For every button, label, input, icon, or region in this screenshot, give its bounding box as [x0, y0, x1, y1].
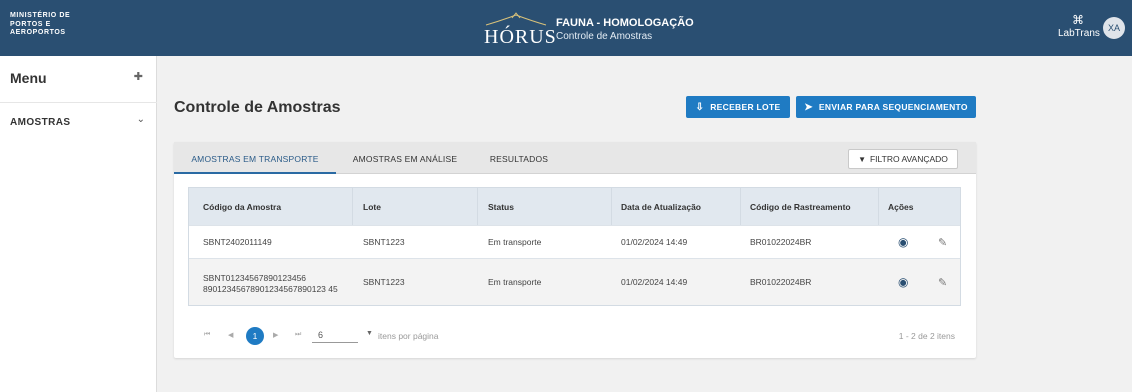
- table-row[interactable]: SBNT2402011149 SBNT1223 Em transporte 01…: [189, 226, 960, 259]
- previous-page-icon[interactable]: ◀: [228, 331, 233, 339]
- cell-codigo: SBNT2402011149: [203, 237, 272, 247]
- user-avatar[interactable]: XA: [1103, 17, 1125, 39]
- cell-data: 01/02/2024 14:49: [621, 237, 688, 247]
- sidebar: Menu ✚ AMOSTRAS ⌄: [0, 56, 157, 392]
- next-page-icon[interactable]: ▶: [273, 331, 278, 339]
- cell-rastreamento: BR01022024BR: [750, 277, 812, 287]
- page-size-select[interactable]: 6: [312, 327, 358, 343]
- sidebar-item-amostras[interactable]: AMOSTRAS ⌄: [10, 112, 147, 136]
- cell-codigo: SBNT01234567890123456 890123456789012345…: [203, 273, 338, 294]
- cell-lote: SBNT1223: [363, 237, 405, 247]
- app-brand: HÓRUS FAUNA - HOMOLOGAÇÃO Controle de Am…: [482, 12, 694, 48]
- column-header-data[interactable]: Data de Atualização: [621, 188, 741, 225]
- sidebar-item-label: AMOSTRAS: [10, 117, 71, 128]
- column-header-codigo[interactable]: Código da Amostra: [203, 188, 353, 225]
- samples-panel: AMOSTRAS EM TRANSPORTE AMOSTRAS EM ANÁLI…: [174, 142, 976, 358]
- table-row[interactable]: SBNT01234567890123456 890123456789012345…: [189, 259, 960, 305]
- inbox-download-icon: ⇩: [695, 101, 705, 113]
- menu-divider: [0, 102, 157, 103]
- menu-title: Menu: [10, 70, 47, 86]
- column-header-acoes: Ações: [888, 201, 914, 212]
- send-icon: ➤: [804, 101, 813, 113]
- cell-lote: SBNT1223: [363, 277, 405, 287]
- table-header-row: Código da Amostra Lote Status Data de At…: [189, 188, 960, 226]
- page-title: Controle de Amostras: [174, 99, 341, 116]
- enviar-sequenciamento-button[interactable]: ➤ ENVIAR PARA SEQUENCIAMENTO: [796, 96, 976, 118]
- ministry-logo: MINISTÉRIO DE PORTOS E AEROPORTOS: [10, 12, 71, 36]
- column-header-status[interactable]: Status: [488, 188, 608, 225]
- labtrans-icon: ⌘: [1072, 13, 1084, 27]
- advanced-filter-button[interactable]: ▼ FILTRO AVANÇADO: [848, 149, 958, 169]
- last-page-icon[interactable]: ⏭: [295, 331, 301, 339]
- edit-icon[interactable]: ✎: [938, 226, 947, 258]
- column-header-rastreamento[interactable]: Código de Rastreamento: [750, 188, 880, 225]
- horus-logo-text: HÓRUS: [484, 26, 557, 48]
- cell-status: Em transporte: [488, 277, 542, 287]
- tab-bar: AMOSTRAS EM TRANSPORTE AMOSTRAS EM ANÁLI…: [174, 142, 976, 174]
- cell-status: Em transporte: [488, 237, 542, 247]
- pin-icon[interactable]: ✚: [134, 70, 143, 83]
- column-header-lote[interactable]: Lote: [363, 188, 473, 225]
- cell-rastreamento: BR01022024BR: [750, 237, 812, 247]
- tab-amostras-em-transporte[interactable]: AMOSTRAS EM TRANSPORTE: [174, 142, 336, 174]
- cell-data: 01/02/2024 14:49: [621, 277, 688, 287]
- pagination: ⏮ ◀ 1 ▶ ⏭ 6 ▼ itens por página 1 - 2 de …: [188, 327, 961, 347]
- app-title: FAUNA - HOMOLOGAÇÃO: [556, 16, 694, 29]
- labtrans-logo: ⌘ LabTrans: [1058, 13, 1100, 39]
- page-1-button[interactable]: 1: [246, 327, 264, 345]
- view-icon[interactable]: ◉: [898, 259, 908, 305]
- first-page-icon[interactable]: ⏮: [204, 331, 210, 339]
- tab-resultados[interactable]: RESULTADOS: [474, 142, 564, 174]
- tab-amostras-em-analise[interactable]: AMOSTRAS EM ANÁLISE: [342, 142, 468, 174]
- app-subtitle: Controle de Amostras: [556, 30, 653, 42]
- top-header: MINISTÉRIO DE PORTOS E AEROPORTOS HÓRUS …: [0, 0, 1132, 56]
- chevron-down-icon: ⌄: [136, 114, 145, 125]
- pagination-info: 1 - 2 de 2 itens: [898, 331, 955, 341]
- edit-icon[interactable]: ✎: [938, 259, 947, 305]
- filter-icon: ▼: [858, 154, 866, 164]
- per-page-label: itens por página: [378, 331, 439, 341]
- horus-logo: HÓRUS: [482, 12, 556, 48]
- samples-table: Código da Amostra Lote Status Data de At…: [188, 187, 961, 306]
- view-icon[interactable]: ◉: [898, 226, 908, 258]
- menu-header: Menu ✚: [10, 70, 147, 90]
- receber-lote-button[interactable]: ⇩ RECEBER LOTE: [686, 96, 790, 118]
- caret-down-icon[interactable]: ▼: [366, 330, 373, 337]
